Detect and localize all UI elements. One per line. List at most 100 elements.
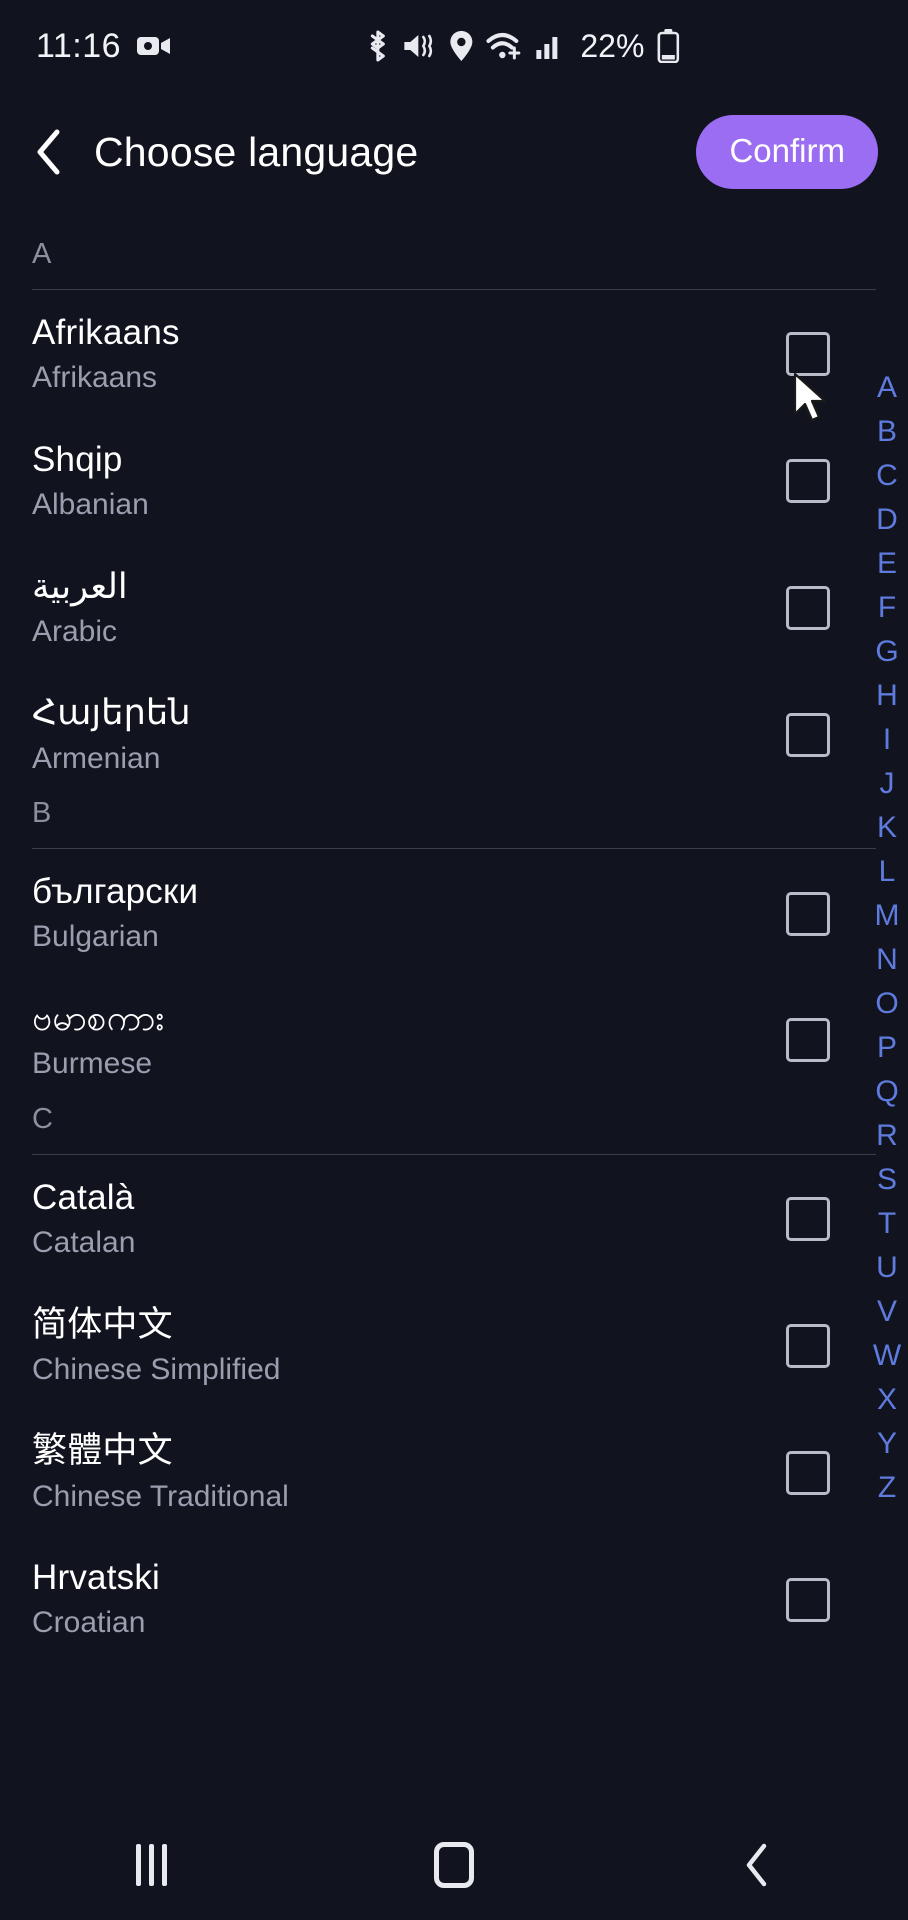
mute-vibrate-icon [402, 31, 436, 61]
alphabet-index-letter[interactable]: S [866, 1158, 908, 1202]
alphabet-index-letter[interactable]: U [866, 1246, 908, 1290]
alphabet-index-letter[interactable]: Q [866, 1070, 908, 1114]
language-checkbox[interactable] [786, 1323, 830, 1368]
language-english-name: Arabic [32, 614, 118, 648]
language-labels: Hrvatski Croatian [0, 1557, 786, 1642]
alphabet-index-letter[interactable]: W [866, 1334, 908, 1378]
section-header: B [0, 797, 908, 830]
chevron-left-icon [37, 129, 60, 175]
language-row[interactable]: ဗမာစကား Burmese [0, 976, 908, 1103]
alphabet-index-letter[interactable]: H [866, 674, 908, 718]
language-row[interactable]: Hrvatski Croatian [0, 1535, 908, 1662]
language-english-name: Albanian [32, 488, 149, 522]
language-native-name: български [32, 872, 199, 912]
language-labels: ဗမာစကား Burmese [0, 998, 786, 1083]
alphabet-index-letter[interactable]: V [866, 1290, 908, 1334]
alphabet-index-letter[interactable]: F [866, 586, 908, 630]
language-labels: Català Catalan [0, 1177, 786, 1262]
status-clock: 11:16 [36, 26, 122, 65]
alphabet-index-letter[interactable]: T [866, 1202, 908, 1246]
video-camera-icon [137, 34, 171, 58]
alphabet-index-letter[interactable]: L [866, 850, 908, 894]
alphabet-index-letter[interactable]: R [866, 1114, 908, 1158]
nav-recents-button[interactable] [91, 1825, 211, 1905]
section-header: A [0, 238, 908, 271]
battery-icon [657, 29, 680, 63]
alphabet-index-letter[interactable]: Z [866, 1466, 908, 1510]
section-letter: A [32, 238, 52, 270]
language-row[interactable]: Català Catalan [0, 1155, 908, 1282]
confirm-button[interactable]: Confirm [696, 115, 878, 189]
alphabet-index-letter[interactable]: C [866, 454, 908, 498]
language-checkbox[interactable] [786, 332, 830, 377]
bluetooth-icon [366, 30, 389, 62]
language-checkbox[interactable] [786, 459, 830, 504]
location-icon [449, 30, 473, 62]
cellular-signal-icon [535, 32, 563, 60]
alphabet-index-letter[interactable]: E [866, 542, 908, 586]
alphabet-index-letter[interactable]: A [866, 366, 908, 410]
alphabet-index-letter[interactable]: M [866, 894, 908, 938]
home-icon [433, 1842, 474, 1888]
alphabet-index-letter[interactable]: K [866, 806, 908, 850]
battery-percent-label: 22% [580, 27, 645, 64]
language-english-name: Catalan [32, 1226, 136, 1260]
language-checkbox[interactable] [786, 585, 830, 630]
language-english-name: Burmese [32, 1047, 153, 1081]
language-checkbox[interactable] [786, 1450, 830, 1495]
alphabet-index-letter[interactable]: N [866, 938, 908, 982]
language-native-name: 繁體中文 [32, 1431, 173, 1471]
language-english-name: Chinese Traditional [32, 1479, 289, 1513]
status-bar: 11:16 22% [0, 0, 908, 92]
language-native-name: Հայերեն [32, 693, 191, 733]
language-checkbox[interactable] [786, 712, 830, 757]
language-labels: Shqip Albanian [0, 439, 786, 524]
alphabet-index-letter[interactable]: G [866, 630, 908, 674]
alphabet-index-letter[interactable]: X [866, 1378, 908, 1422]
alphabet-index-letter[interactable]: B [866, 410, 908, 454]
language-english-name: Afrikaans [32, 361, 158, 395]
language-row[interactable]: Հայերեն Armenian [0, 670, 908, 797]
language-english-name: Chinese Simplified [32, 1352, 281, 1386]
language-native-name: ဗမာစကား [32, 998, 165, 1038]
language-english-name: Armenian [32, 741, 161, 775]
language-native-name: Shqip [32, 439, 123, 479]
alphabet-index-letter[interactable]: I [866, 718, 908, 762]
language-labels: Afrikaans Afrikaans [0, 312, 786, 397]
language-labels: العربية Arabic [0, 566, 786, 651]
alphabet-index-letter[interactable]: D [866, 498, 908, 542]
language-row[interactable]: 简体中文 Chinese Simplified [0, 1282, 908, 1409]
recents-icon [135, 1844, 167, 1886]
nav-home-button[interactable] [394, 1825, 514, 1905]
language-row[interactable]: български Bulgarian [0, 849, 908, 976]
app-header: Choose language Confirm [0, 92, 908, 212]
language-row[interactable]: Afrikaans Afrikaans [0, 290, 908, 417]
alphabet-index-letter[interactable]: Y [866, 1422, 908, 1466]
language-checkbox[interactable] [786, 1197, 830, 1242]
language-checkbox[interactable] [786, 891, 830, 936]
nav-back-button[interactable] [697, 1825, 817, 1905]
language-native-name: العربية [32, 566, 128, 606]
back-button[interactable] [26, 126, 72, 178]
language-row[interactable]: العربية Arabic [0, 544, 908, 671]
language-checkbox[interactable] [786, 1577, 830, 1622]
language-labels: български Bulgarian [0, 871, 786, 956]
status-bar-right: 22% [366, 27, 680, 65]
alphabet-index-letter[interactable]: J [866, 762, 908, 806]
language-checkbox[interactable] [786, 1018, 830, 1063]
language-labels: 简体中文 Chinese Simplified [0, 1304, 786, 1389]
language-native-name: Afrikaans [32, 313, 180, 352]
language-row[interactable]: Shqip Albanian [0, 417, 908, 544]
alphabet-index-letter[interactable]: P [866, 1026, 908, 1070]
language-english-name: Croatian [32, 1606, 146, 1640]
section-header: C [0, 1103, 908, 1136]
alphabet-index-letter[interactable]: O [866, 982, 908, 1026]
android-nav-bar [0, 1810, 908, 1920]
language-list: A Afrikaans Afrikaans Shqip Albanian العربية A… [0, 212, 908, 1662]
language-row[interactable]: 繁體中文 Chinese Traditional [0, 1408, 908, 1535]
alphabet-index-scrubber[interactable]: ABCDEFGHIJKLMNOPQRSTUVWXYZ [866, 366, 908, 1510]
language-labels: 繁體中文 Chinese Traditional [0, 1430, 786, 1515]
page-title: Choose language [94, 128, 419, 175]
language-native-name: Hrvatski [32, 1558, 160, 1598]
language-native-name: 简体中文 [32, 1304, 173, 1344]
